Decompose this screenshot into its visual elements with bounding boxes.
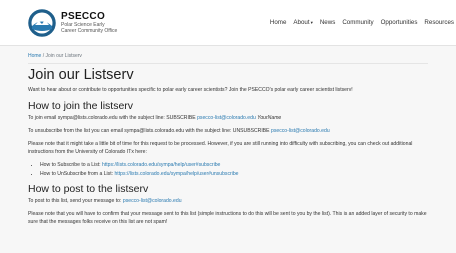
nav-about-dropdown[interactable]: About▾	[293, 19, 312, 26]
breadcrumb-current: Join our Listserv	[45, 53, 82, 59]
subscribe-help-link[interactable]: https://lists.colorado.edu/sympa/help/us…	[102, 162, 220, 168]
divider	[28, 63, 428, 64]
globe-logo-icon	[28, 8, 56, 37]
chevron-down-icon: ▾	[310, 20, 313, 25]
join-heading: How to join the listserv	[28, 99, 134, 112]
breadcrumb-home[interactable]: Home	[28, 53, 41, 59]
unsubscribe-instruction-text: To unsubscribe from the list you can ema…	[28, 127, 271, 134]
breadcrumb: Home / Join our Listserv	[28, 53, 428, 59]
post-instruction-text: To post to this list, send your message …	[28, 197, 123, 204]
brand-subtitle-line2: Career Community Office	[61, 27, 118, 34]
main-content: Home / Join our Listserv Join our Listse…	[0, 46, 456, 253]
top-navbar: PSECCO Polar Science Early Career Commun…	[0, 0, 456, 46]
unsubscribe-instruction: To unsubscribe from the list you can ema…	[28, 128, 428, 136]
brand-title: PSECCO	[61, 10, 106, 22]
nav-news[interactable]: News	[320, 19, 335, 26]
brand-subtitle-line1: Polar Science Early	[61, 21, 105, 28]
list-item: How to UnSubscribe from a List: https://…	[40, 170, 428, 178]
help-item-label: How to Subscribe to a List:	[40, 162, 103, 169]
help-item-label: How to UnSubscribe from a List:	[40, 170, 115, 177]
page-title: Join our Listserv	[28, 67, 134, 83]
nav-community[interactable]: Community	[342, 19, 373, 26]
brand-logo[interactable]: PSECCO Polar Science Early Career Commun…	[28, 8, 118, 37]
brand-text: PSECCO Polar Science Early Career Commun…	[61, 10, 118, 34]
post-instruction: To post to this list, send your message …	[28, 198, 428, 206]
join-name-placeholder: YourName	[257, 114, 282, 121]
intro-text: Want to hear about or contribute to oppo…	[28, 87, 353, 93]
main-nav: Home About▾ News Community Opportunities…	[270, 19, 454, 26]
nav-about-label: About	[293, 19, 310, 26]
join-instruction: To join email sympa@lists.colorado.edu w…	[28, 115, 428, 123]
nav-home[interactable]: Home	[270, 19, 287, 26]
nav-resources[interactable]: Resources	[424, 19, 454, 26]
nav-opportunities[interactable]: Opportunities	[381, 19, 418, 26]
help-links-list: How to Subscribe to a List: https://list…	[28, 161, 428, 177]
unsubscribe-list-email-link[interactable]: psecco-list@colorado.edu	[271, 128, 330, 134]
unsubscribe-help-link[interactable]: https://lists.colorado.edu/sympa/help/us…	[114, 171, 238, 177]
join-list-email-link[interactable]: psecco-list@colorado.edu	[197, 115, 256, 121]
list-item: How to Subscribe to a List: https://list…	[40, 161, 428, 169]
breadcrumb-separator: /	[42, 53, 45, 59]
post-note: Please note that you will have to confir…	[28, 210, 427, 225]
join-instruction-text: To join email sympa@lists.colorado.edu w…	[28, 114, 198, 121]
post-heading: How to post to the listserv	[28, 182, 149, 195]
post-list-email-link[interactable]: psecco-list@colorado.edu	[123, 198, 182, 204]
join-note: Please note that it might take a little …	[28, 140, 413, 155]
